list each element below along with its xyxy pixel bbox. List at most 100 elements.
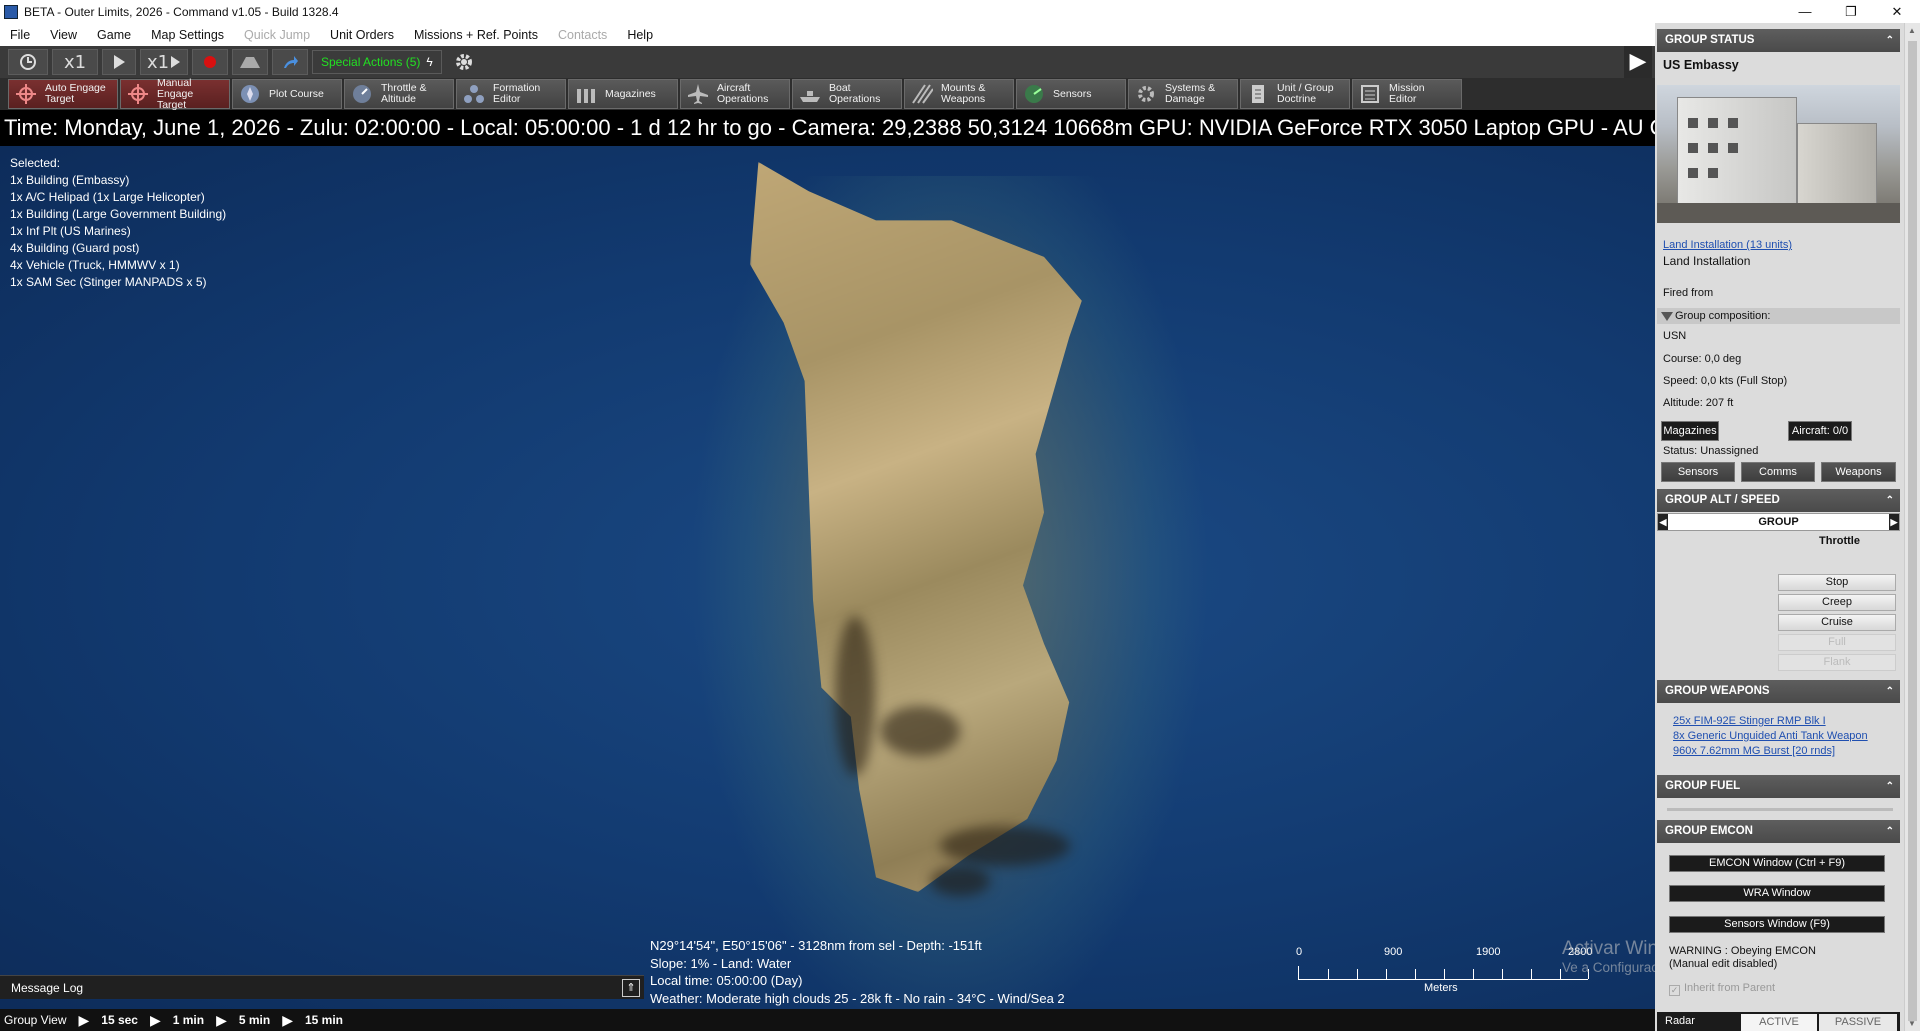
weapons-icon — [909, 82, 935, 106]
aircraft-panel-button[interactable]: Aircraft: 0/0 — [1788, 421, 1852, 441]
mounts-weapons-button[interactable]: Mounts & Weapons — [904, 79, 1014, 109]
radar-active-option[interactable]: ACTIVE — [1741, 1014, 1817, 1031]
plot-course-button[interactable]: Plot Course — [232, 79, 342, 109]
play-button[interactable] — [102, 49, 136, 75]
stop-button[interactable]: Stop — [1778, 574, 1896, 591]
terrain-button[interactable] — [232, 49, 268, 75]
land-installation-link[interactable]: Land Installation (13 units) — [1663, 239, 1792, 251]
collapse-icon[interactable]: ⌃ — [1886, 680, 1894, 703]
message-log-bar[interactable]: Message Log ⇑ — [0, 975, 644, 999]
comms-panel-button[interactable]: Comms — [1741, 462, 1815, 482]
terrain-shadow — [835, 616, 875, 776]
special-actions-button[interactable]: Special Actions (5) ϟ — [312, 50, 442, 74]
group-view-5min[interactable]: 5 min — [239, 1013, 270, 1027]
selected-item: 4x Vehicle (Truck, HMMWV x 1) — [10, 258, 180, 272]
weapon-link[interactable]: 960x 7.62mm MG Burst [20 rnds] — [1673, 745, 1835, 757]
expand-up-icon[interactable]: ⇑ — [622, 979, 640, 997]
alt-speed-header[interactable]: GROUP ALT / SPEED ⌃ — [1657, 489, 1900, 512]
maximize-button[interactable]: ❐ — [1828, 0, 1874, 23]
magazines-panel-button[interactable]: Magazines — [1661, 421, 1719, 441]
group-view-1min[interactable]: 1 min — [173, 1013, 204, 1027]
scrollbar-thumb[interactable] — [1908, 41, 1917, 1021]
cruise-button[interactable]: Cruise — [1778, 614, 1896, 631]
time-compression-1[interactable]: x1 — [52, 49, 98, 75]
collapse-icon[interactable]: ⌃ — [1886, 489, 1894, 512]
doctrine-button[interactable]: Unit / Group Doctrine — [1240, 79, 1350, 109]
chevron-left-icon[interactable]: ◀ — [1658, 514, 1668, 530]
sensors-window-button[interactable]: Sensors Window (F9) — [1669, 916, 1885, 933]
orders-toolbar: Auto Engage Target Manual Engage Target Pl… — [0, 77, 1655, 110]
panel-toggle-arrow[interactable]: ▶ — [1624, 46, 1652, 78]
emcon-warning-detail: (Manual edit disabled) — [1669, 958, 1778, 970]
group-view-15sec[interactable]: 15 sec — [101, 1013, 138, 1027]
record-button[interactable] — [192, 49, 228, 75]
mission-editor-button[interactable]: Mission Editor — [1352, 79, 1462, 109]
doctrine-line2: Doctrine — [1277, 93, 1317, 105]
unit-photo — [1657, 85, 1900, 223]
inherit-checkbox: ✓ Inherit from Parent — [1669, 982, 1775, 996]
redo-button[interactable] — [272, 49, 308, 75]
group-selector-label: GROUP — [1758, 516, 1799, 528]
group-status-header[interactable]: GROUP STATUS ⌃ — [1657, 29, 1900, 52]
weapons-panel-button[interactable]: Weapons — [1821, 462, 1896, 482]
menu-game[interactable]: Game — [87, 28, 141, 42]
systems-damage-button[interactable]: Systems & Damage — [1128, 79, 1238, 109]
menu-help[interactable]: Help — [617, 28, 663, 42]
fuel-header[interactable]: GROUP FUEL ⌃ — [1657, 775, 1900, 798]
boat-operations-button[interactable]: Boat Operations — [792, 79, 902, 109]
settings-button[interactable] — [445, 49, 482, 75]
collapse-icon[interactable]: ⌃ — [1886, 820, 1894, 843]
menu-map-settings[interactable]: Map Settings — [141, 28, 234, 42]
unit-type: Land Installation — [1663, 254, 1751, 268]
minimize-button[interactable]: — — [1782, 0, 1828, 23]
terrain-shadow — [930, 866, 990, 896]
manual-engage-button[interactable]: Manual Engage Target — [120, 77, 230, 110]
chevron-right-icon[interactable]: ▶ — [1889, 514, 1899, 530]
aircraft-operations-button[interactable]: Aircraft Operations — [680, 79, 790, 109]
building-image — [1797, 123, 1877, 207]
clock-button[interactable] — [8, 49, 48, 75]
map-view[interactable] — [0, 146, 1655, 1009]
collapse-icon[interactable]: ⌃ — [1886, 29, 1894, 52]
cursor-local-time: Local time: 05:00:00 (Day) — [650, 973, 803, 988]
scroll-up-icon[interactable]: ▲ — [1908, 26, 1916, 35]
alt-speed-title: GROUP ALT / SPEED — [1665, 494, 1780, 506]
menu-unit-orders[interactable]: Unit Orders — [320, 28, 404, 42]
window-title: BETA - Outer Limits, 2026 - Command v1.0… — [24, 4, 339, 19]
sensors-panel-button[interactable]: Sensors — [1661, 462, 1735, 482]
collapse-icon[interactable]: ⌃ — [1886, 775, 1894, 798]
creep-button[interactable]: Creep — [1778, 594, 1896, 611]
throttle-altitude-button[interactable]: Throttle & Altitude — [344, 79, 454, 109]
terrain-shadow — [940, 826, 1070, 866]
group-selector[interactable]: ◀ GROUP ▶ — [1657, 513, 1900, 531]
radar-passive-option[interactable]: PASSIVE — [1819, 1014, 1897, 1031]
weapon-link[interactable]: 8x Generic Unguided Anti Tank Weapon — [1673, 730, 1868, 742]
radar-icon — [1021, 82, 1047, 106]
app-icon — [4, 4, 18, 19]
weapon-link[interactable]: 25x FIM-92E Stinger RMP Blk I — [1673, 715, 1826, 727]
wra-window-button[interactable]: WRA Window — [1669, 885, 1885, 902]
time-compression-2[interactable]: x1 — [140, 49, 188, 75]
throttle-line2: Altitude — [381, 93, 417, 105]
magazines-button[interactable]: Magazines — [568, 79, 678, 109]
group-composition-toggle[interactable]: Group composition: — [1657, 308, 1900, 324]
weapons-header[interactable]: GROUP WEAPONS ⌃ — [1657, 680, 1900, 703]
group-panel: ▲ ▼ GROUP STATUS ⌃ US Embassy Land Insta… — [1655, 23, 1920, 1031]
group-view-15min[interactable]: 15 min — [305, 1013, 343, 1027]
emcon-window-button[interactable]: EMCON Window (Ctrl + F9) — [1669, 855, 1885, 872]
auto-engage-button[interactable]: Auto Engage Target — [8, 79, 118, 109]
compass-icon — [237, 82, 263, 106]
menu-view[interactable]: View — [40, 28, 87, 42]
menu-missions[interactable]: Missions + Ref. Points — [404, 28, 548, 42]
sensors-button[interactable]: Sensors — [1016, 79, 1126, 109]
close-button[interactable]: ✕ — [1874, 0, 1920, 23]
title-bar: BETA - Outer Limits, 2026 - Command v1.0… — [0, 0, 1920, 23]
panel-scrollbar[interactable]: ▲ ▼ — [1904, 23, 1920, 1031]
emcon-title: GROUP EMCON — [1665, 825, 1753, 837]
emcon-header[interactable]: GROUP EMCON ⌃ — [1657, 820, 1900, 843]
fuel-bar — [1667, 808, 1893, 811]
cursor-coordinates: N29°14'54", E50°15'06" - 3128nm from sel… — [650, 938, 982, 953]
formation-editor-button[interactable]: Formation Editor — [456, 79, 566, 109]
scroll-down-icon[interactable]: ▼ — [1908, 1019, 1916, 1028]
menu-file[interactable]: File — [0, 28, 40, 42]
